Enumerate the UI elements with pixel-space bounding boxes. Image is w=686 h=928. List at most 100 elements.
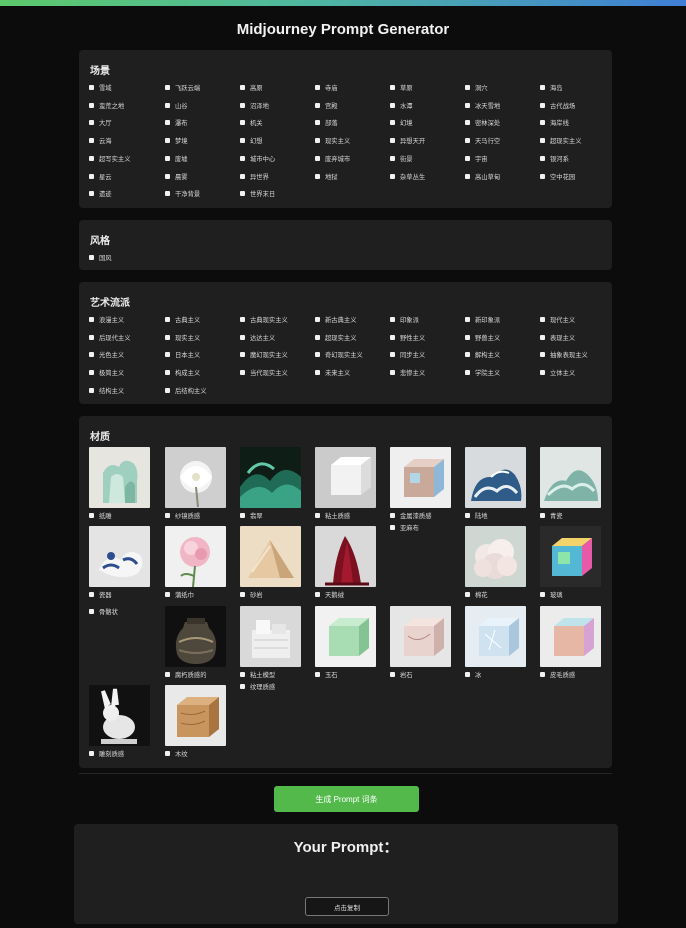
material-option[interactable]: 砂岩 [240,590,263,599]
art-option[interactable]: 现实主义 [165,333,200,342]
scene-option[interactable]: 城市中心 [240,154,275,163]
scene-option[interactable]: 雪域 [89,83,112,92]
material-item[interactable]: 棉花 [465,526,526,599]
checkbox[interactable] [540,155,545,161]
checkbox[interactable] [390,173,395,179]
scene-option[interactable]: 宫殿 [315,101,338,110]
checkbox[interactable] [465,102,470,108]
material-item[interactable]: 粘土模型 [240,606,301,679]
checkbox[interactable] [89,609,94,614]
scene-option[interactable]: 星云 [89,172,112,181]
checkbox[interactable] [315,592,320,597]
checkbox[interactable] [540,370,545,376]
scene-option[interactable]: 杂草丛生 [390,172,425,181]
material-option[interactable]: 雕刻质感 [89,749,124,758]
scene-option[interactable]: 银河系 [540,154,569,163]
scene-option[interactable]: 部落 [315,118,338,127]
material-thumbnail[interactable] [315,447,376,508]
checkbox[interactable] [165,513,170,518]
art-option[interactable]: 未来主义 [315,368,350,377]
scene-option[interactable]: 现实主义 [315,136,350,145]
art-option[interactable]: 新印象派 [465,315,500,324]
checkbox[interactable] [89,138,94,144]
material-option[interactable]: 木纹 [165,749,188,758]
material-thumbnail[interactable] [315,606,376,667]
checkbox[interactable] [89,334,94,340]
scene-option[interactable]: 蛮荒之地 [89,101,124,110]
scene-option[interactable]: 废弃城市 [315,154,350,163]
art-option[interactable]: 达达主义 [240,333,275,342]
material-item[interactable]: 青瓷 [540,447,601,520]
material-thumbnail[interactable] [390,447,451,508]
art-option[interactable]: 构成主义 [165,368,200,377]
scene-option[interactable]: 地狱 [315,172,338,181]
scene-option[interactable]: 洞穴 [465,83,488,92]
checkbox[interactable] [465,334,470,340]
scene-option[interactable]: 沼泽地 [240,101,269,110]
checkbox[interactable] [89,191,94,197]
scene-option[interactable]: 高原 [240,83,263,92]
material-item[interactable]: 木纹 [165,685,226,758]
checkbox[interactable] [165,672,170,677]
scene-option[interactable]: 海岛 [540,83,563,92]
scene-option[interactable]: 遗迹 [89,189,112,198]
material-thumbnail[interactable] [240,606,301,667]
material-thumbnail[interactable] [315,526,376,587]
material-item[interactable]: 玉石 [315,606,376,679]
material-item[interactable]: 翡翠 [240,447,301,520]
material-option[interactable]: 纸雕 [89,511,112,520]
material-thumbnail[interactable] [465,526,526,587]
checkbox[interactable] [390,370,395,376]
checkbox[interactable] [465,138,470,144]
material-item[interactable]: 瓷器 [89,526,150,599]
scene-option[interactable]: 山谷 [165,101,188,110]
checkbox[interactable] [165,387,170,393]
checkbox[interactable] [240,155,245,161]
material-option[interactable]: 翡翠 [240,511,263,520]
checkbox[interactable] [390,138,395,144]
art-option[interactable]: 日本主义 [165,350,200,359]
material-item[interactable]: 腐朽质感的 [165,606,226,679]
scene-option[interactable]: 干净背景 [165,189,200,198]
scene-option[interactable]: 梦境 [165,136,188,145]
scene-option[interactable]: 密林深处 [465,118,500,127]
material-thumbnail[interactable] [89,447,150,508]
material-item[interactable]: 蒲纸巾 [165,526,226,599]
art-option[interactable]: 印象派 [390,315,419,324]
checkbox[interactable] [240,120,245,126]
checkbox[interactable] [89,102,94,108]
checkbox[interactable] [465,85,470,90]
material-thumbnail[interactable] [165,447,226,508]
copy-button[interactable]: 点击复制 [305,897,389,916]
scene-option[interactable]: 幻想 [240,136,263,145]
material-option[interactable]: 皮毛质感 [540,670,575,679]
material-thumbnail[interactable] [540,606,601,667]
checkbox[interactable] [165,352,170,358]
checkbox[interactable] [315,173,320,179]
material-option[interactable]: 岩石 [390,670,413,679]
art-option[interactable]: 现代主义 [540,315,575,324]
checkbox[interactable] [165,334,170,340]
checkbox[interactable] [465,352,470,358]
material-option[interactable]: 纱镜质感 [165,511,200,520]
checkbox[interactable] [540,102,545,108]
material-item[interactable]: 纱镜质感 [165,447,226,520]
checkbox[interactable] [89,255,94,260]
checkbox[interactable] [315,155,320,161]
checkbox[interactable] [89,155,94,161]
checkbox[interactable] [165,120,170,126]
art-option[interactable]: 立体主义 [540,368,575,377]
material-thumbnail[interactable] [240,526,301,587]
art-option[interactable]: 野性主义 [390,333,425,342]
checkbox[interactable] [540,672,545,677]
scene-option[interactable]: 瀑布 [165,118,188,127]
checkbox[interactable] [315,85,320,90]
checkbox[interactable] [315,513,320,518]
checkbox[interactable] [240,370,245,376]
checkbox[interactable] [315,672,320,677]
material-item[interactable]: 粘土质感 [315,447,376,520]
material-option[interactable]: 玉石 [315,670,338,679]
scene-option[interactable]: 超写实主义 [89,154,130,163]
material-item[interactable]: 天鹅绒 [315,526,376,599]
checkbox[interactable] [540,85,545,90]
